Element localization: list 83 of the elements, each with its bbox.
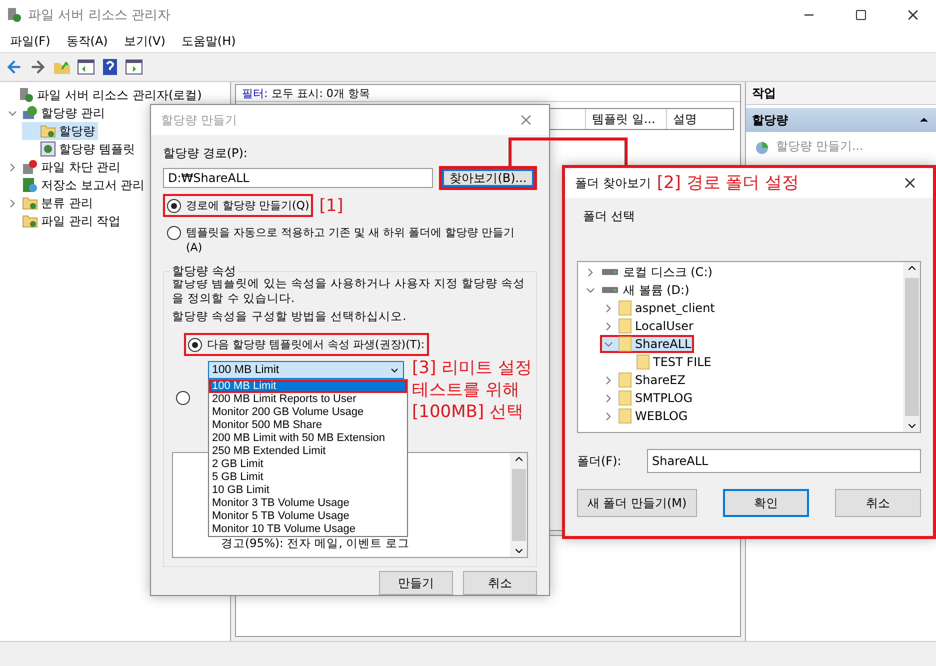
folder-label: 폴더(F): [577, 452, 622, 470]
radio-option[interactable]: 템플릿을 자동으로 적용하고 기존 및 새 하위 폴더에 할당량 만들기 (A) [163, 221, 521, 259]
folder-icon [40, 123, 56, 139]
tree-item[interactable]: 파일 서버 리소스 관리자(로컬) [0, 86, 205, 104]
dialog-button[interactable]: 취소 [463, 571, 537, 595]
browse-button[interactable]: 찾아보기(B)... [439, 166, 537, 190]
tree-item[interactable]: 할당량 [22, 122, 98, 140]
folder-icon [636, 354, 650, 370]
folder-icon [22, 213, 38, 229]
menu-item[interactable]: 파일(F) [4, 30, 56, 52]
dialog-button[interactable]: 새 폴더 만들기(M) [577, 489, 697, 517]
folder-icon [618, 390, 632, 406]
tree-item[interactable]: 파일 관리 작업 [4, 212, 124, 230]
tree-item[interactable]: 할당량 관리 [4, 104, 108, 122]
prompt-text: 폴더 선택 [583, 208, 636, 225]
report-icon [22, 177, 38, 193]
folder-icon [618, 300, 632, 316]
path-field[interactable]: D:₩ShareALL [163, 168, 434, 188]
tree-item[interactable]: WEBLOG [600, 407, 691, 425]
actions-title: 작업 [746, 82, 936, 105]
folder-icon [618, 372, 632, 388]
dialog-button[interactable]: 만들기 [379, 571, 453, 595]
annotation-text: [3] 리미트 설정 테스트를 위해 [100MB] 선택 [412, 357, 532, 423]
server-icon [18, 87, 34, 103]
tree-item[interactable]: ShareALL [600, 335, 694, 353]
window-title: 파일 서버 리소스 관리자 [28, 7, 172, 24]
panel-icon[interactable] [77, 59, 95, 75]
dialog-button[interactable]: 취소 [835, 489, 921, 517]
path-label: 할당량 경로(P): [163, 145, 248, 162]
scrollbar-thumb[interactable] [512, 469, 526, 541]
template-icon [40, 141, 56, 157]
tree-item[interactable]: 저장소 보고서 관리 [4, 176, 148, 194]
dialog-title: 할당량 만들기 [161, 112, 237, 128]
menu-item[interactable]: 도움말(H) [175, 30, 242, 52]
annotation-text: [2] 경로 폴더 설정 [656, 172, 800, 194]
radio-option[interactable]: 경로에 할당량 만들기(Q) [163, 194, 314, 217]
prompt-text: 할당량 속성을 구성할 방법을 선택하십시오. [172, 309, 408, 324]
action-item[interactable]: 할당량 만들기... [746, 132, 936, 161]
filter-label[interactable]: 필터: [242, 86, 268, 100]
help-icon[interactable] [102, 58, 118, 76]
tree-item[interactable]: TEST FILE [618, 353, 714, 371]
tree-item[interactable]: LocalUser [600, 317, 696, 335]
folder-icon [618, 318, 632, 334]
column-header[interactable]: 템플릿 일... [585, 109, 666, 129]
template-select[interactable]: 100 MB Limit [208, 361, 404, 379]
drive-chart-icon [22, 105, 38, 121]
panel-icon[interactable] [125, 59, 143, 75]
scrollbar-thumb[interactable] [904, 278, 918, 416]
tree-item[interactable]: 파일 차단 관리 [4, 158, 124, 176]
drive-icon [601, 286, 619, 294]
menu-item[interactable]: 보기(V) [118, 30, 172, 52]
dialog-title: 폴더 찾아보기 [575, 174, 651, 192]
annotation-text: [1] [319, 194, 344, 216]
dialog-button[interactable]: 확인 [723, 489, 809, 517]
forward-arrow-icon[interactable] [29, 58, 47, 76]
folder-field[interactable]: ShareALL [647, 449, 921, 473]
group-title: 할당량 속성 [170, 263, 238, 280]
actions-section[interactable]: 할당량 [746, 108, 936, 132]
folder-icon [22, 195, 38, 211]
tree-item[interactable]: 로컬 디스크 (C:) [582, 263, 716, 281]
filter-text: 모두 표시: 0개 항목 [272, 86, 370, 100]
blocked-drive-icon [22, 159, 38, 175]
tree-item[interactable]: aspnet_client [600, 299, 718, 317]
tree-item[interactable]: SMTPLOG [600, 389, 696, 407]
menu-item[interactable]: 동작(A) [60, 30, 114, 52]
summary-line: 경고(95%): 전자 메일, 이벤트 로그 [221, 536, 411, 551]
tree-item[interactable]: 새 볼륨 (D:) [582, 281, 692, 299]
up-folder-icon[interactable] [53, 59, 71, 75]
radio-option[interactable]: 다음 할당량 템플릿에서 속성 파생(권장)(T): [184, 333, 429, 356]
radio-button[interactable] [167, 199, 181, 213]
tree-item[interactable]: ShareEZ [600, 371, 688, 389]
radio-button[interactable] [176, 391, 190, 405]
server-icon [6, 7, 22, 23]
dropdown-option[interactable]: 100 MB Limit [209, 380, 407, 393]
maximize-icon[interactable] [855, 9, 867, 21]
folder-icon [618, 336, 632, 352]
tree-item[interactable]: 분류 관리 [4, 194, 96, 212]
tree-item[interactable]: 할당량 템플릿 [22, 140, 138, 158]
folder-icon [618, 408, 632, 424]
drive-icon [601, 268, 619, 276]
column-header[interactable]: 설명 [666, 109, 733, 129]
radio-button[interactable] [188, 338, 202, 352]
radio-button[interactable] [167, 226, 181, 240]
